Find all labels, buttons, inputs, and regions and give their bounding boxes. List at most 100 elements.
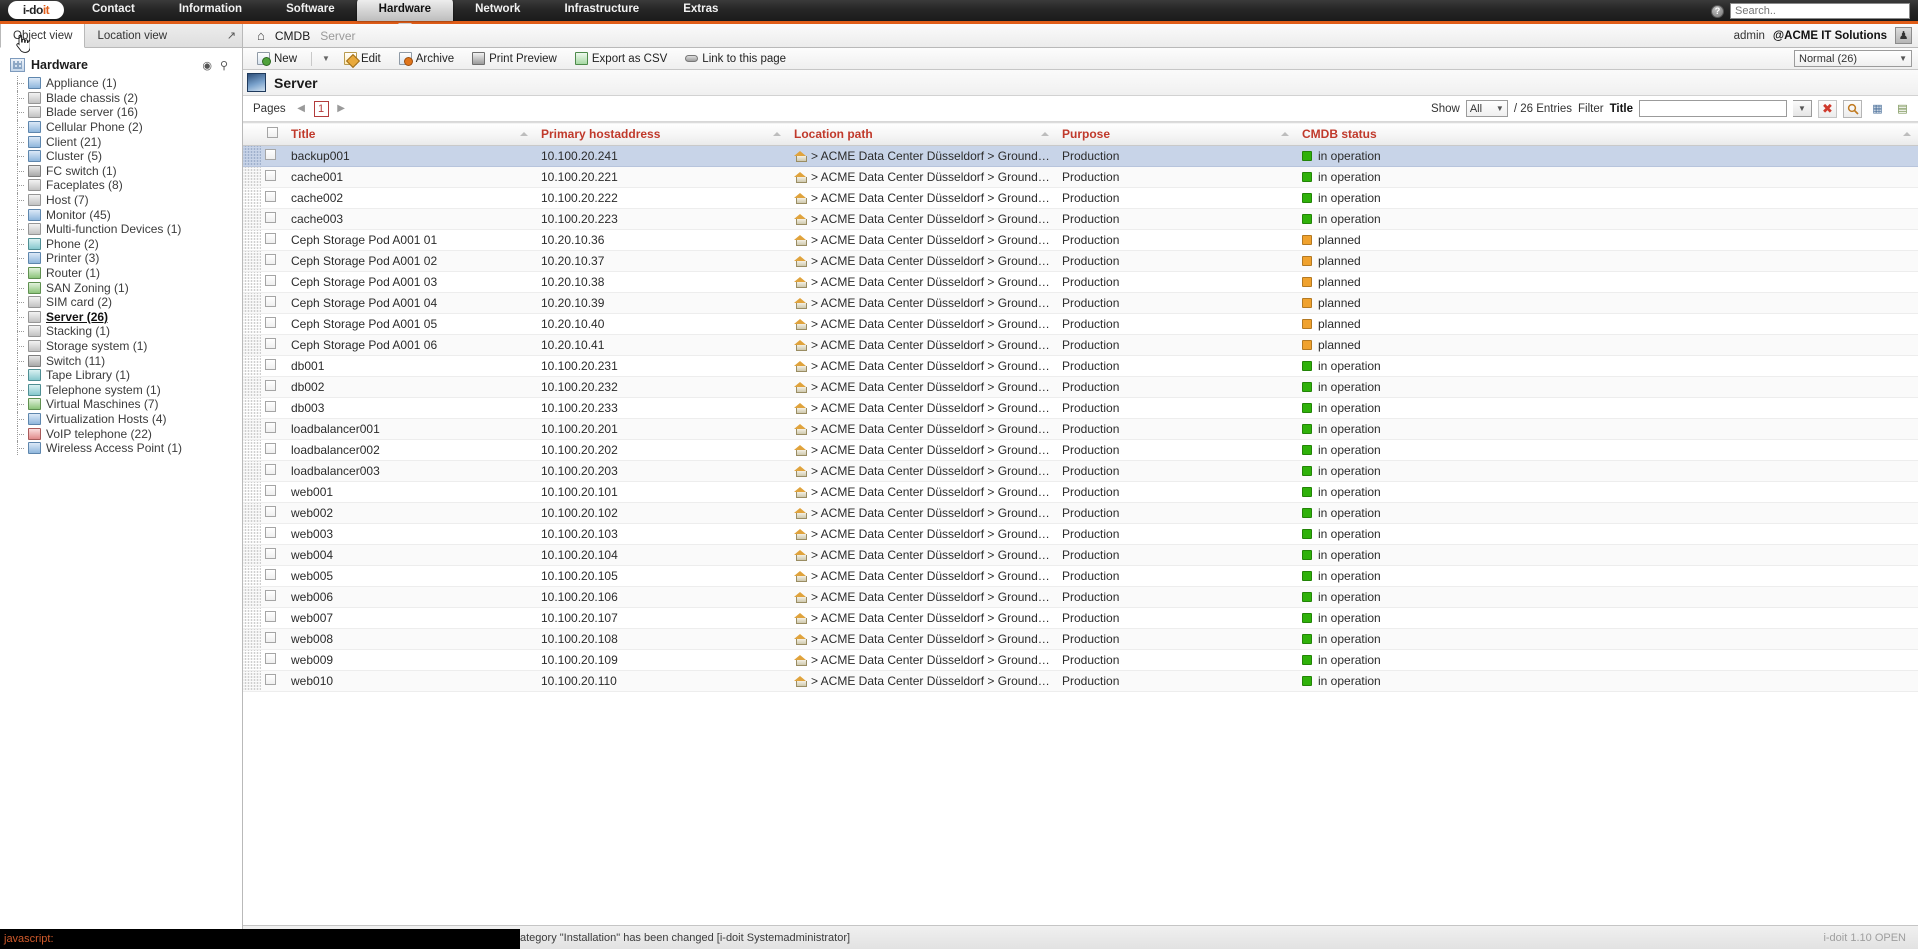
cell-title[interactable]: web008 — [285, 629, 535, 650]
sidebar-item-faceplates-8[interactable]: Faceplates (8) — [0, 178, 242, 193]
avatar[interactable]: ♟ — [1895, 27, 1912, 44]
row-select-cell[interactable] — [261, 440, 285, 461]
nav-item-software[interactable]: Software — [264, 0, 357, 21]
row-select-cell[interactable] — [261, 566, 285, 587]
home-icon[interactable]: ⌂ — [257, 28, 265, 43]
row-drag-handle[interactable] — [243, 293, 261, 314]
row-select-cell[interactable] — [261, 671, 285, 692]
table-row[interactable]: loadbalancer00210.100.20.202> ACME Data … — [243, 440, 1918, 461]
tab-location-view[interactable]: Location view — [85, 24, 179, 47]
table-row[interactable]: web00810.100.20.108> ACME Data Center Dü… — [243, 629, 1918, 650]
row-drag-handle[interactable] — [243, 566, 261, 587]
table-row[interactable]: Ceph Storage Pod A001 0510.20.10.40> ACM… — [243, 314, 1918, 335]
export-csv-button[interactable]: Export as CSV — [567, 50, 675, 67]
cell-title[interactable]: web001 — [285, 482, 535, 503]
row-checkbox[interactable] — [265, 548, 276, 559]
cell-title[interactable]: db003 — [285, 398, 535, 419]
sidebar-item-virtual-maschines-7[interactable]: Virtual Maschines (7) — [0, 397, 242, 412]
row-checkbox[interactable] — [265, 674, 276, 685]
cell-title[interactable]: Ceph Storage Pod A001 01 — [285, 230, 535, 251]
sidebar-item-san-zoning-1[interactable]: SAN Zoning (1) — [0, 280, 242, 295]
row-drag-handle[interactable] — [243, 230, 261, 251]
table-row[interactable]: web00910.100.20.109> ACME Data Center Dü… — [243, 650, 1918, 671]
app-logo[interactable]: i-doit — [8, 1, 64, 19]
cell-title[interactable]: cache001 — [285, 167, 535, 188]
row-select-cell[interactable] — [261, 188, 285, 209]
cell-title[interactable]: Ceph Storage Pod A001 05 — [285, 314, 535, 335]
table-row[interactable]: web01010.100.20.110> ACME Data Center Dü… — [243, 671, 1918, 692]
row-select-cell[interactable] — [261, 314, 285, 335]
sidebar-item-virtualization-hosts-4[interactable]: Virtualization Hosts (4) — [0, 412, 242, 427]
row-drag-handle[interactable] — [243, 587, 261, 608]
row-select-cell[interactable] — [261, 419, 285, 440]
filter-input[interactable] — [1639, 100, 1787, 117]
row-checkbox[interactable] — [265, 569, 276, 580]
cell-title[interactable]: loadbalancer003 — [285, 461, 535, 482]
new-dropdown-caret-icon[interactable]: ▼ — [318, 54, 334, 63]
row-drag-handle[interactable] — [243, 356, 261, 377]
row-drag-handle[interactable] — [243, 188, 261, 209]
table-row[interactable]: loadbalancer00310.100.20.203> ACME Data … — [243, 461, 1918, 482]
table-row[interactable]: cache00210.100.20.222> ACME Data Center … — [243, 188, 1918, 209]
row-select-cell[interactable] — [261, 587, 285, 608]
row-checkbox[interactable] — [265, 212, 276, 223]
column-select-all[interactable] — [261, 123, 285, 146]
column-header-status[interactable]: CMDB status — [1296, 123, 1918, 146]
sidebar-item-monitor-45[interactable]: Monitor (45) — [0, 207, 242, 222]
row-select-cell[interactable] — [261, 209, 285, 230]
row-select-cell[interactable] — [261, 167, 285, 188]
row-checkbox[interactable] — [265, 485, 276, 496]
nav-item-contact[interactable]: Contact — [70, 0, 157, 21]
row-checkbox[interactable] — [265, 443, 276, 454]
row-drag-handle[interactable] — [243, 335, 261, 356]
nav-item-infrastructure[interactable]: Infrastructure — [542, 0, 661, 21]
row-drag-handle[interactable] — [243, 377, 261, 398]
row-drag-handle[interactable] — [243, 461, 261, 482]
cell-title[interactable]: web009 — [285, 650, 535, 671]
edit-button[interactable]: Edit — [336, 50, 389, 67]
row-select-cell[interactable] — [261, 356, 285, 377]
row-drag-handle[interactable] — [243, 503, 261, 524]
cell-title[interactable]: web007 — [285, 608, 535, 629]
cell-title[interactable]: Ceph Storage Pod A001 03 — [285, 272, 535, 293]
page-number-1[interactable]: 1 — [314, 101, 329, 117]
row-checkbox[interactable] — [265, 611, 276, 622]
sidebar-item-multi-function-devices-1[interactable]: Multi-function Devices (1) — [0, 222, 242, 237]
column-header-title[interactable]: Title — [285, 123, 535, 146]
cell-title[interactable]: cache002 — [285, 188, 535, 209]
column-header-ip[interactable]: Primary hostaddress — [535, 123, 788, 146]
search-filter-button[interactable] — [1843, 100, 1862, 118]
table-row[interactable]: cache00110.100.20.221> ACME Data Center … — [243, 167, 1918, 188]
row-checkbox[interactable] — [265, 422, 276, 433]
cell-title[interactable]: db001 — [285, 356, 535, 377]
row-checkbox[interactable] — [265, 359, 276, 370]
list-edit-button[interactable]: ▤ — [1893, 100, 1912, 118]
row-drag-handle[interactable] — [243, 545, 261, 566]
row-checkbox[interactable] — [265, 632, 276, 643]
table-row[interactable]: web00610.100.20.106> ACME Data Center Dü… — [243, 587, 1918, 608]
cell-title[interactable]: web006 — [285, 587, 535, 608]
sidebar-item-router-1[interactable]: Router (1) — [0, 266, 242, 281]
row-checkbox[interactable] — [265, 191, 276, 202]
sidebar-item-server-26[interactable]: Server (26) — [0, 310, 242, 325]
cell-title[interactable]: web005 — [285, 566, 535, 587]
sidebar-item-tape-library-1[interactable]: Tape Library (1) — [0, 368, 242, 383]
row-select-cell[interactable] — [261, 482, 285, 503]
row-checkbox[interactable] — [265, 401, 276, 412]
show-count-select[interactable]: All ▼ — [1466, 100, 1508, 117]
table-row[interactable]: web00110.100.20.101> ACME Data Center Dü… — [243, 482, 1918, 503]
row-checkbox[interactable] — [265, 317, 276, 328]
eye-icon[interactable]: ◉ — [202, 59, 212, 72]
row-drag-handle[interactable] — [243, 146, 261, 167]
cell-title[interactable]: web002 — [285, 503, 535, 524]
breadcrumb-item-cmdb[interactable]: CMDB — [275, 29, 310, 43]
sidebar-item-stacking-1[interactable]: Stacking (1) — [0, 324, 242, 339]
row-drag-handle[interactable] — [243, 440, 261, 461]
table-row[interactable]: web00510.100.20.105> ACME Data Center Dü… — [243, 566, 1918, 587]
row-drag-handle[interactable] — [243, 398, 261, 419]
zoom-icon[interactable]: ⚲ — [220, 59, 228, 72]
sidebar-item-host-7[interactable]: Host (7) — [0, 193, 242, 208]
sidebar-item-storage-system-1[interactable]: Storage system (1) — [0, 339, 242, 354]
table-row[interactable]: web00310.100.20.103> ACME Data Center Dü… — [243, 524, 1918, 545]
row-select-cell[interactable] — [261, 251, 285, 272]
